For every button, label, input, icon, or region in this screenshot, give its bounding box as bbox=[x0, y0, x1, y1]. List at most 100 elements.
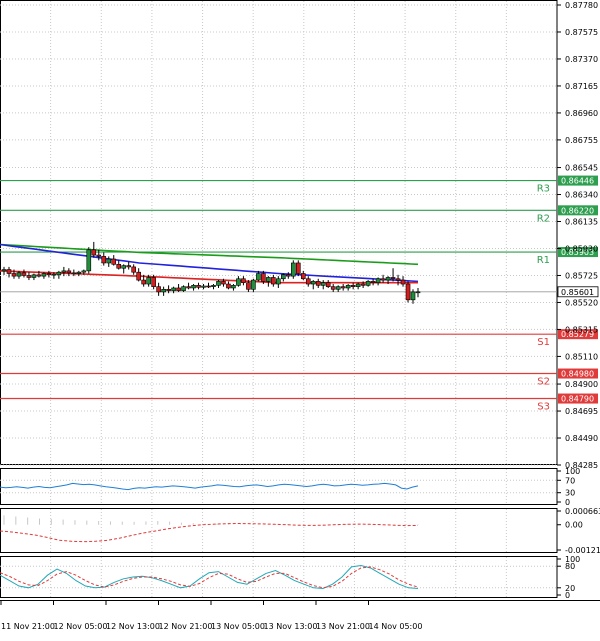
price-chart-svg: R30.86446R20.86220R10.85903S10.85279S20.… bbox=[0, 0, 600, 631]
y-tick-label: 0.86340 bbox=[565, 191, 598, 200]
level-name-r1: R1 bbox=[537, 255, 550, 266]
candle-bearish bbox=[261, 273, 266, 282]
candle-bearish bbox=[196, 285, 201, 288]
candle-bearish bbox=[405, 283, 411, 301]
candle-bearish bbox=[156, 286, 161, 293]
rsi-tick-label: 30 bbox=[565, 489, 575, 498]
y-tick-label: 0.85930 bbox=[565, 244, 598, 253]
y-tick-label: 0.86755 bbox=[565, 136, 598, 145]
candle-bearish bbox=[166, 288, 171, 291]
candle-bearish bbox=[26, 275, 32, 278]
macd-signal-line bbox=[0, 522, 419, 543]
candle-bullish bbox=[310, 281, 316, 285]
candle-bearish bbox=[395, 278, 401, 281]
candle-bearish bbox=[151, 277, 156, 287]
level-name-r2: R2 bbox=[537, 213, 550, 224]
level-name-r3: R3 bbox=[537, 184, 550, 195]
candle-bearish bbox=[21, 272, 27, 276]
candle-bullish bbox=[146, 277, 151, 285]
macd-tick-label: 0.00 bbox=[565, 521, 583, 530]
candle-bullish bbox=[415, 291, 421, 294]
candle-bullish bbox=[106, 258, 112, 264]
candle-bullish bbox=[365, 281, 371, 286]
y-tick-label: 0.84490 bbox=[565, 434, 598, 443]
macd-panel: 0.000663 0.00 -0.001218 bbox=[0, 507, 600, 555]
stoch-signal-line bbox=[0, 566, 419, 589]
candle-bearish bbox=[126, 265, 131, 268]
candle-bullish bbox=[281, 274, 286, 280]
y-tick-label: 0.85520 bbox=[565, 298, 598, 307]
candle-bearish bbox=[46, 273, 52, 276]
level-price-label: 0.86220 bbox=[561, 206, 594, 215]
overlay-line-0 bbox=[0, 243, 419, 266]
candle-bullish bbox=[171, 287, 176, 291]
y-tick-label: 0.87780 bbox=[565, 1, 598, 10]
stoch-tick-label: 80 bbox=[565, 562, 575, 571]
candle-bullish bbox=[335, 286, 341, 290]
level-name-s3: S3 bbox=[537, 402, 550, 413]
candle-bearish bbox=[221, 281, 226, 285]
y-tick-label: 0.85110 bbox=[565, 352, 598, 361]
candle-bullish bbox=[385, 277, 391, 281]
candle-bearish bbox=[315, 281, 321, 286]
candle-bullish bbox=[86, 249, 92, 272]
macd-tick-label: 0.000663 bbox=[565, 507, 600, 516]
candle-bearish bbox=[325, 282, 331, 287]
x-tick-label: 14 Nov 05:00 bbox=[369, 622, 423, 631]
candle-bearish bbox=[400, 279, 406, 285]
candle-bullish bbox=[161, 288, 166, 293]
candle-bearish bbox=[71, 272, 77, 275]
candle-bullish bbox=[211, 285, 216, 287]
y-tick-label: 0.86960 bbox=[565, 109, 598, 118]
candle-bearish bbox=[271, 277, 276, 285]
moving-average-overlays bbox=[0, 243, 419, 284]
rsi-tick-label: 100 bbox=[565, 467, 580, 476]
x-tick-label: 12 Nov 13:00 bbox=[106, 622, 160, 631]
candle-bullish bbox=[56, 271, 62, 276]
candle-bullish bbox=[266, 277, 271, 282]
panel-frame bbox=[0, 508, 558, 553]
candle-bearish bbox=[295, 262, 301, 274]
candle-bullish bbox=[76, 271, 82, 274]
candle-bearish bbox=[241, 278, 246, 284]
candle-bearish bbox=[340, 286, 346, 289]
candle-bearish bbox=[101, 256, 107, 264]
candle-bearish bbox=[246, 282, 251, 290]
candle-bullish bbox=[345, 285, 351, 289]
candle-bearish bbox=[141, 279, 146, 285]
candle-bearish bbox=[131, 266, 136, 273]
last-price-label: 0.85601 bbox=[561, 288, 594, 297]
stoch-main-line bbox=[0, 564, 419, 590]
candle-bearish bbox=[91, 249, 97, 256]
level-name-s1: S1 bbox=[537, 337, 550, 348]
candle-bearish bbox=[11, 273, 17, 277]
candle-bearish bbox=[206, 285, 211, 288]
candle-bearish bbox=[350, 285, 356, 287]
candle-bearish bbox=[6, 269, 12, 274]
candle-bearish bbox=[380, 278, 386, 281]
y-tick-label: 0.87370 bbox=[565, 55, 598, 64]
level-price-label: 0.84790 bbox=[561, 395, 594, 404]
overlay-line-1 bbox=[0, 243, 419, 283]
forex-chart-window: R3 0.86446 R2 0.86220 R1 0.85903 S1 0.85279 S2 0.… bbox=[0, 0, 600, 637]
candle-bullish bbox=[355, 283, 361, 287]
candle-bullish bbox=[16, 272, 22, 277]
grid-layer bbox=[0, 0, 600, 601]
candle-bearish bbox=[330, 286, 336, 290]
candle-bullish bbox=[191, 285, 196, 289]
stochastic-panel: 10080200 bbox=[0, 555, 580, 600]
candle-bearish bbox=[186, 286, 191, 289]
panel-frame bbox=[0, 556, 558, 598]
x-tick-label: 12 Nov 21:00 bbox=[159, 622, 213, 631]
candle-bearish bbox=[116, 263, 122, 269]
x-tick-label: 13 Nov 13:00 bbox=[264, 622, 318, 631]
candle-bullish bbox=[31, 274, 37, 278]
candle-bullish bbox=[181, 286, 186, 291]
candle-bearish bbox=[286, 274, 291, 277]
candle-bullish bbox=[291, 262, 296, 277]
macd-tick-label: -0.001218 bbox=[565, 546, 600, 555]
rsi-line bbox=[0, 482, 419, 491]
rsi-tick-label: 70 bbox=[565, 476, 575, 485]
rsi-tick-label: 0 bbox=[565, 498, 570, 507]
y-tick-label: 0.86545 bbox=[565, 164, 598, 173]
